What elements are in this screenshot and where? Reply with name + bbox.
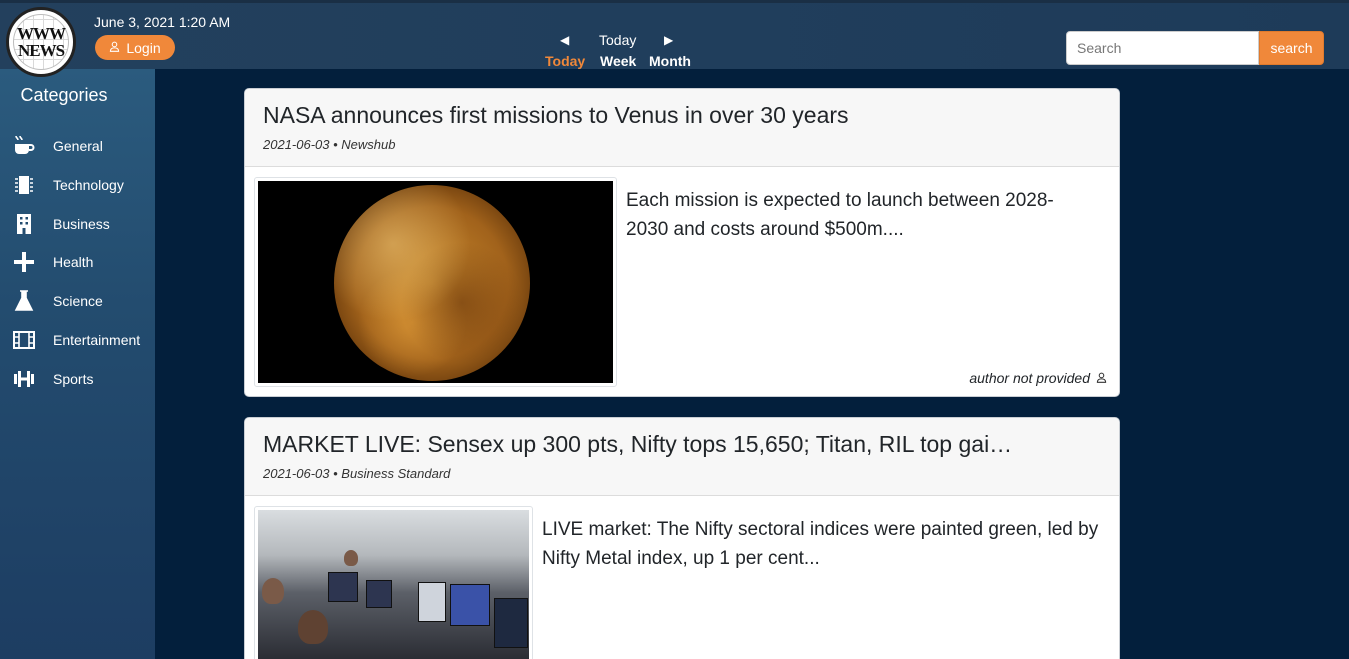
period-option-month[interactable]: Month bbox=[649, 53, 691, 69]
author-label: author not provided bbox=[969, 370, 1090, 386]
sidebar-item-label: Sports bbox=[53, 371, 94, 387]
search-button[interactable]: search bbox=[1259, 31, 1324, 65]
sidebar-item-label: General bbox=[53, 138, 103, 154]
category-sidebar: Categories General Technology Business H… bbox=[0, 69, 155, 659]
sidebar-item-general[interactable]: General bbox=[10, 129, 155, 163]
sidebar-item-business[interactable]: Business bbox=[10, 207, 155, 241]
sidebar-item-technology[interactable]: Technology bbox=[10, 168, 155, 202]
previous-arrow-icon[interactable]: ◀ bbox=[560, 33, 569, 47]
sidebar-item-label: Science bbox=[53, 293, 103, 309]
trading-floor-image bbox=[258, 510, 529, 659]
article-card[interactable]: MARKET LIVE: Sensex up 300 pts, Nifty to… bbox=[244, 417, 1120, 659]
site-logo[interactable]: WWW NEWS bbox=[6, 7, 76, 77]
film-icon bbox=[10, 328, 38, 352]
article-title[interactable]: NASA announces first missions to Venus i… bbox=[263, 102, 1101, 129]
current-period: Today bbox=[599, 32, 637, 48]
logo-text: WWW NEWS bbox=[17, 24, 66, 60]
period-option-today[interactable]: Today bbox=[545, 53, 585, 69]
building-icon bbox=[10, 212, 38, 236]
venus-planet-image bbox=[258, 181, 613, 383]
sidebar-item-label: Business bbox=[53, 216, 110, 232]
article-header: MARKET LIVE: Sensex up 300 pts, Nifty to… bbox=[245, 418, 1119, 496]
flask-icon bbox=[10, 289, 38, 313]
article-author: author not provided bbox=[969, 370, 1107, 386]
sidebar-item-science[interactable]: Science bbox=[10, 284, 155, 318]
coffee-icon bbox=[10, 134, 38, 158]
sidebar-item-sports[interactable]: Sports bbox=[10, 362, 155, 396]
login-button[interactable]: Login bbox=[95, 35, 175, 60]
sidebar-item-label: Health bbox=[53, 254, 94, 270]
sidebar-item-entertainment[interactable]: Entertainment bbox=[10, 323, 155, 357]
sidebar-item-health[interactable]: Health bbox=[10, 245, 155, 279]
dumbbell-icon bbox=[10, 367, 38, 391]
chip-icon bbox=[10, 173, 38, 197]
period-navigator: ◀ Today ▶ Today Week Month bbox=[540, 31, 700, 71]
current-datetime: June 3, 2021 1:20 AM bbox=[94, 14, 231, 30]
article-description: Each mission is expected to launch betwe… bbox=[626, 190, 1054, 240]
article-meta: 2021-06-03 • Business Standard bbox=[263, 466, 451, 481]
article-header: NASA announces first missions to Venus i… bbox=[245, 89, 1119, 167]
login-label: Login bbox=[126, 39, 161, 56]
sidebar-item-label: Entertainment bbox=[53, 332, 141, 348]
sidebar-title: Categories bbox=[20, 85, 108, 105]
user-icon bbox=[109, 41, 120, 55]
period-option-week[interactable]: Week bbox=[600, 53, 636, 69]
article-thumbnail[interactable] bbox=[254, 506, 533, 659]
article-title[interactable]: MARKET LIVE: Sensex up 300 pts, Nifty to… bbox=[263, 431, 1101, 458]
plus-icon bbox=[10, 250, 38, 274]
user-icon bbox=[1096, 370, 1107, 386]
sidebar-item-label: Technology bbox=[53, 177, 124, 193]
article-meta: 2021-06-03 • Newshub bbox=[263, 137, 396, 152]
search-input[interactable] bbox=[1066, 31, 1259, 65]
next-arrow-icon[interactable]: ▶ bbox=[664, 33, 673, 47]
article-card[interactable]: NASA announces first missions to Venus i… bbox=[244, 88, 1120, 397]
top-bar: June 3, 2021 1:20 AM Login ◀ Today ▶ Tod… bbox=[0, 0, 1349, 69]
article-thumbnail[interactable] bbox=[254, 177, 617, 387]
article-description: LIVE market: The Nifty sectoral indices … bbox=[542, 519, 1099, 569]
